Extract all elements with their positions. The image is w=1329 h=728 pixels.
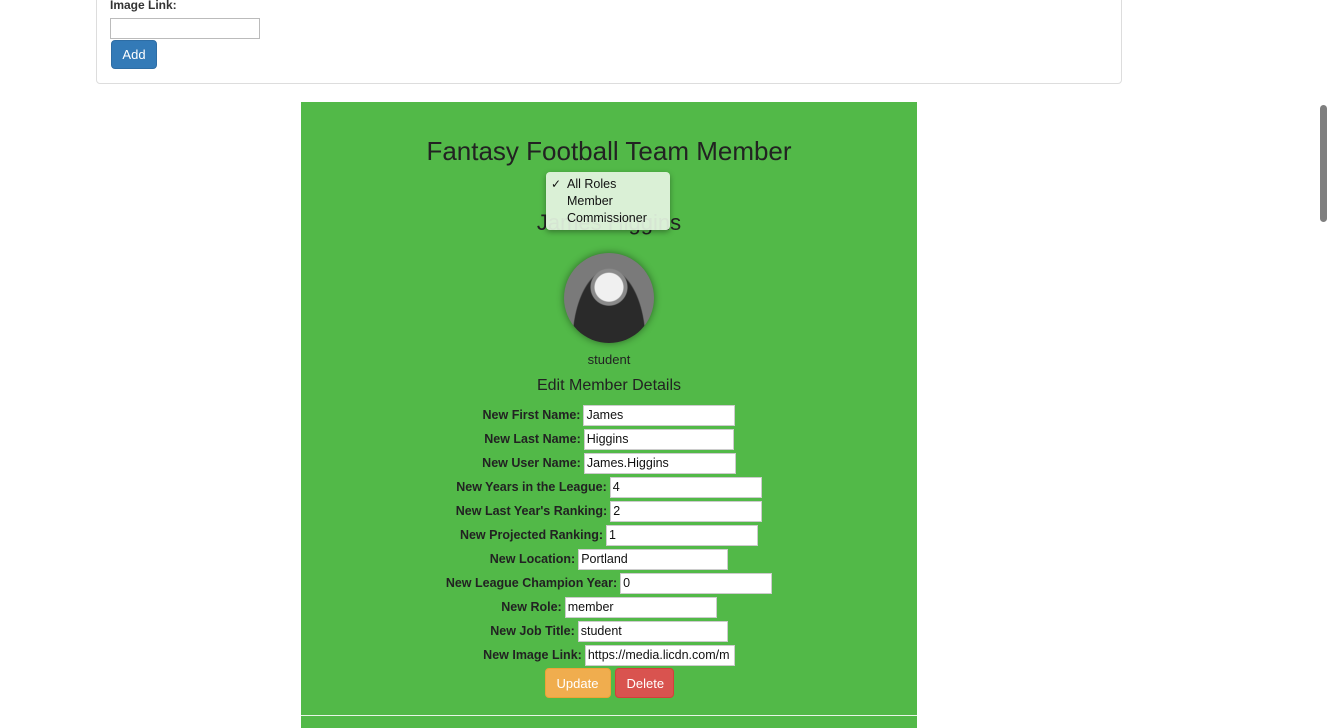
form-actions: Update Delete bbox=[301, 668, 917, 698]
member-job-title: student bbox=[587, 352, 631, 367]
form-row-role: New Role: bbox=[301, 596, 917, 618]
image-link-edit-input[interactable] bbox=[584, 644, 735, 666]
role-input[interactable] bbox=[564, 596, 717, 618]
last-name-label: New Last Name: bbox=[484, 432, 581, 446]
dropdown-option-member[interactable]: Member bbox=[546, 193, 670, 210]
job-title-label: New Job Title: bbox=[490, 624, 575, 638]
dropdown-option-label: Member bbox=[567, 194, 613, 208]
last-ranking-label: New Last Year's Ranking: bbox=[455, 504, 608, 518]
last-name-input[interactable] bbox=[583, 428, 734, 450]
user-name-input[interactable] bbox=[583, 452, 736, 474]
location-label: New Location: bbox=[489, 552, 576, 566]
projected-ranking-input[interactable] bbox=[606, 524, 759, 546]
user-name-label: New User Name: bbox=[482, 456, 581, 470]
projected-ranking-label: New Projected Ranking: bbox=[459, 528, 604, 542]
page-title: Fantasy Football Team Member bbox=[426, 136, 792, 166]
checkmark-icon: ✓ bbox=[551, 177, 562, 191]
dropdown-option-label: Commissioner bbox=[567, 211, 647, 225]
scrollbar-thumb[interactable] bbox=[1320, 105, 1327, 222]
form-row-last-name: New Last Name: bbox=[301, 428, 917, 450]
first-name-label: New First Name: bbox=[482, 408, 581, 422]
form-row-years: New Years in the League: bbox=[301, 476, 917, 498]
dropdown-option-commissioner[interactable]: Commissioner bbox=[546, 210, 670, 227]
last-ranking-input[interactable] bbox=[610, 500, 763, 522]
job-title-input[interactable] bbox=[577, 620, 728, 642]
card-divider bbox=[301, 715, 917, 716]
form-row-user-name: New User Name: bbox=[301, 452, 917, 474]
champion-year-label: New League Champion Year: bbox=[445, 576, 618, 590]
image-link-edit-label: New Image Link: bbox=[483, 648, 582, 662]
role-filter-dropdown[interactable]: ✓ All Roles Member Commissioner bbox=[546, 172, 670, 230]
form-row-projected-ranking: New Projected Ranking: bbox=[301, 524, 917, 546]
update-button[interactable]: Update bbox=[544, 668, 611, 698]
champion-year-input[interactable] bbox=[620, 572, 773, 594]
add-button[interactable]: Add bbox=[111, 40, 157, 69]
form-row-job-title: New Job Title: bbox=[301, 620, 917, 642]
form-row-champion-year: New League Champion Year: bbox=[301, 572, 917, 594]
form-row-location: New Location: bbox=[301, 548, 917, 570]
dropdown-option-label: All Roles bbox=[567, 177, 617, 191]
first-name-input[interactable] bbox=[583, 404, 736, 426]
image-link-label: Image Link: bbox=[110, 0, 177, 12]
member-avatar bbox=[564, 253, 654, 343]
add-member-panel bbox=[96, 0, 1122, 84]
years-label: New Years in the League: bbox=[456, 480, 607, 494]
form-row-first-name: New First Name: bbox=[301, 404, 917, 426]
edit-heading: Edit Member Details bbox=[536, 377, 682, 394]
image-link-input[interactable] bbox=[110, 18, 260, 39]
years-input[interactable] bbox=[609, 476, 762, 498]
role-label: New Role: bbox=[501, 600, 562, 614]
form-row-last-ranking: New Last Year's Ranking: bbox=[301, 500, 917, 522]
delete-button[interactable]: Delete bbox=[614, 668, 674, 698]
dropdown-option-all-roles[interactable]: ✓ All Roles bbox=[546, 176, 670, 193]
form-row-image-link: New Image Link: bbox=[301, 644, 917, 666]
location-input[interactable] bbox=[578, 548, 729, 570]
